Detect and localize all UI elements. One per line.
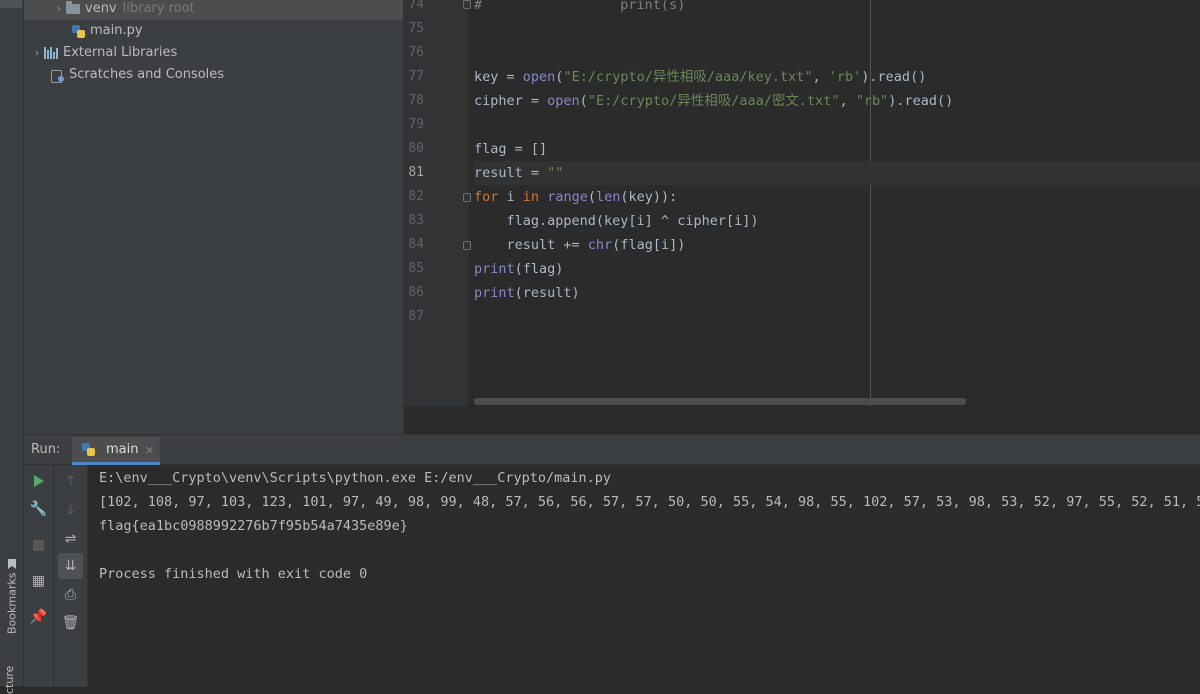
fold-marker-icon[interactable]: [463, 241, 471, 250]
code-line-82: for i in range(len(key)):: [474, 189, 678, 205]
tree-item-venv[interactable]: › venv library root: [24, 0, 403, 20]
scroll-to-end-icon: ⇊: [64, 558, 77, 574]
stop-icon: [33, 539, 44, 551]
line-number: 84: [408, 237, 424, 252]
scroll-down-button[interactable]: ↓: [54, 496, 87, 522]
library-root-hint: library root: [122, 1, 195, 16]
code-line-80: flag = []: [474, 141, 548, 157]
line-number-gutter: 74 75 76 77 78 79 80 81 82 83 84 85 86 8…: [404, 0, 471, 406]
play-icon: [33, 475, 44, 487]
tree-item-label: venv: [85, 1, 117, 16]
current-line-number: 81: [408, 165, 424, 180]
line-number: 75: [408, 21, 424, 36]
chevron-right-icon[interactable]: ›: [52, 0, 66, 20]
clear-all-button[interactable]: 🗑: [54, 610, 87, 636]
print-button[interactable]: ⎙: [54, 582, 87, 608]
soft-wrap-button[interactable]: ⇌: [54, 526, 87, 552]
code-line-83: flag.append(key[i] ^ cipher[i]): [474, 213, 759, 229]
horizontal-scrollbar[interactable]: [474, 398, 966, 405]
fold-marker-icon[interactable]: [463, 0, 471, 9]
library-icon: [44, 47, 58, 59]
layout-button[interactable]: ▦: [24, 568, 53, 594]
code-line-77: key = open("E:/crypto/异性相吸/aaa/key.txt",…: [474, 69, 927, 85]
run-toolbar-primary: 🔧 ▦ 📌: [24, 465, 54, 687]
line-number: 77: [408, 69, 424, 84]
code-editor[interactable]: 74 75 76 77 78 79 80 81 82 83 84 85 86 8…: [404, 0, 1200, 434]
chevron-right-icon[interactable]: ›: [30, 42, 44, 64]
python-file-icon: [72, 24, 85, 38]
code-line-78: cipher = open("E:/crypto/异性相吸/aaa/密文.txt…: [474, 93, 954, 109]
code-line-86: print(result): [474, 285, 580, 301]
line-number: 78: [408, 93, 424, 108]
console-output-list: [102, 108, 97, 103, 123, 101, 97, 49, 98…: [99, 494, 1200, 510]
project-tool-tab[interactable]: [0, 0, 22, 8]
soft-wrap-icon: ⇌: [64, 531, 77, 547]
line-number: 79: [408, 117, 424, 132]
tree-item-label: Scratches and Consoles: [69, 67, 225, 82]
run-label: Run:: [31, 442, 61, 457]
rerun-button[interactable]: [24, 468, 53, 494]
scroll-up-button[interactable]: ↑: [54, 468, 87, 494]
structure-tool-tab[interactable]: cture: [3, 654, 21, 694]
stop-button[interactable]: [24, 532, 53, 558]
console-output[interactable]: E:\env___Crypto\venv\Scripts\python.exe …: [99, 465, 1200, 687]
wrench-icon: 🔧: [29, 501, 48, 517]
code-line-84: result += chr(flag[i]): [474, 237, 686, 253]
tree-item-scratches[interactable]: Scratches and Consoles: [50, 64, 224, 86]
trash-icon: 🗑: [61, 615, 80, 631]
printer-icon: ⎙: [64, 587, 77, 603]
console-command-line: E:\env___Crypto\venv\Scripts\python.exe …: [99, 470, 612, 486]
left-tool-strip: Bookmarks cture: [0, 0, 24, 694]
fold-marker-icon[interactable]: [463, 193, 471, 202]
code-line-74: # print(s): [474, 0, 686, 13]
line-number: 80: [408, 141, 424, 156]
structure-tab-label: cture: [3, 665, 16, 694]
bookmarks-tab-label: Bookmarks: [5, 572, 19, 634]
folder-icon: [66, 1, 80, 14]
console-output-flag: flag{ea1bc0988992276b7f95b54a7435e89e}: [99, 518, 408, 534]
bookmark-icon: [8, 559, 16, 569]
code-line-81-current: result = "": [474, 161, 1200, 185]
code-line-85: print(flag): [474, 261, 564, 277]
python-run-icon: [82, 443, 95, 456]
pin-icon: 📌: [29, 609, 48, 625]
run-tab-main[interactable]: main ×: [72, 437, 160, 465]
line-number: 76: [408, 45, 424, 60]
run-toolbar-secondary: ↑ ↓ ⇌ ⇊ ⎙ 🗑: [54, 465, 88, 687]
run-header: Run: main ×: [24, 435, 1200, 465]
arrow-down-icon: ↓: [64, 500, 77, 518]
scroll-to-end-button[interactable]: ⇊: [58, 553, 83, 579]
run-tool-window: Run: main × 🔧 ▦ 📌 ↑ ↓ ⇌ ⇊ ⎙ 🗑 E:\env___C…: [24, 434, 1200, 687]
tree-item-main-py[interactable]: main.py: [72, 20, 143, 42]
line-number: 83: [408, 213, 424, 228]
line-number: 74: [408, 0, 424, 12]
pin-tab-button[interactable]: 📌: [24, 604, 53, 630]
run-tab-label: main: [106, 442, 139, 457]
close-icon[interactable]: ×: [144, 443, 154, 457]
settings-button[interactable]: 🔧: [24, 496, 53, 522]
project-tree-panel: › venv library root main.py › External L…: [24, 0, 404, 434]
arrow-up-icon: ↑: [64, 472, 77, 490]
tree-item-external-libraries[interactable]: › External Libraries: [30, 42, 177, 64]
layout-icon: ▦: [31, 573, 46, 589]
line-number: 86: [408, 285, 424, 300]
tree-item-label: External Libraries: [63, 45, 178, 60]
scratches-icon: [50, 69, 64, 83]
line-number: 85: [408, 261, 424, 276]
bookmarks-tool-tab[interactable]: Bookmarks: [3, 556, 21, 634]
tree-item-label: main.py: [90, 23, 143, 38]
console-exit-message: Process finished with exit code 0: [99, 566, 368, 582]
line-number: 87: [408, 309, 424, 324]
line-number: 82: [408, 189, 424, 204]
